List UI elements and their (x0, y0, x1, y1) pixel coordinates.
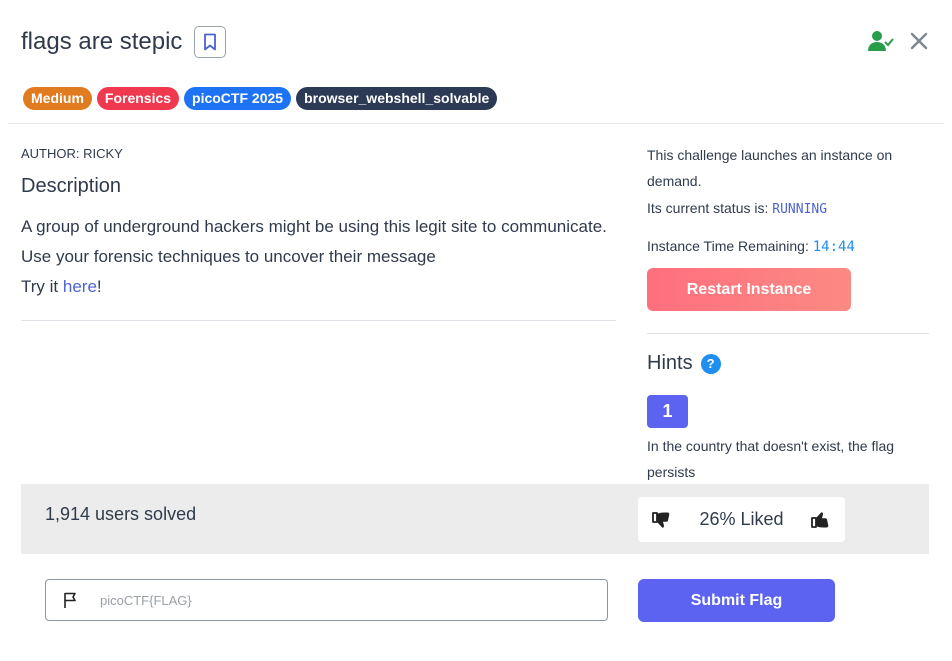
challenge-title: flags are stepic (21, 28, 183, 55)
users-solved-count: 1,914 users solved (45, 504, 197, 524)
instance-status-line: Its current status is: RUNNING (647, 196, 929, 222)
time-label: Instance Time Remaining: (647, 238, 813, 254)
try-it-prefix: Try it (21, 277, 63, 296)
status-label: Its current status is: (647, 200, 773, 216)
here-link[interactable]: here (63, 277, 97, 296)
header: flags are stepic (21, 26, 227, 58)
tag-event[interactable]: picoCTF 2025 (184, 87, 292, 110)
time-value: 14:44 (812, 239, 855, 255)
description-line-2: Use your forensic techniques to uncover … (21, 247, 436, 266)
bookmark-icon (204, 33, 217, 51)
try-it-suffix: ! (96, 277, 102, 296)
hint-button-1[interactable]: 1 (647, 395, 688, 428)
description-body: A group of underground hackers might be … (21, 212, 607, 302)
bookmark-button[interactable] (194, 26, 227, 58)
liked-percentage: 26% Liked (699, 509, 784, 529)
instance-divider (647, 333, 929, 334)
thumbs-up-icon[interactable] (811, 510, 831, 530)
status-value: RUNNING (772, 202, 828, 217)
restart-instance-button[interactable]: Restart Instance (647, 268, 851, 311)
flag-icon (64, 592, 76, 608)
submit-flag-button[interactable]: Submit Flag (638, 579, 835, 622)
thumbs-down-icon[interactable] (652, 510, 672, 530)
description-heading: Description (21, 175, 122, 197)
tag-webshell[interactable]: browser_webshell_solvable (296, 87, 498, 110)
instance-panel: This challenge launches an instance on d… (647, 142, 929, 259)
author-label: AUTHOR: RICKY (21, 146, 123, 161)
hints-heading-row: Hints ? (647, 352, 721, 375)
user-check-icon[interactable] (868, 30, 894, 52)
tag-category[interactable]: Forensics (96, 87, 180, 110)
instance-launch-text: This challenge launches an instance on d… (647, 147, 893, 189)
tag-difficulty[interactable]: Medium (23, 87, 92, 110)
close-icon[interactable] (910, 32, 928, 50)
description-line-1: A group of underground hackers might be … (21, 217, 607, 236)
flag-input-container (45, 579, 608, 621)
help-icon[interactable]: ? (700, 353, 721, 374)
try-it-line: Try it here! (21, 272, 607, 302)
header-divider (8, 123, 944, 124)
tag-list: Medium Forensics picoCTF 2025 browser_we… (23, 87, 498, 110)
hint-text-1: In the country that doesn't exist, the f… (647, 438, 895, 480)
stats-bar: 1,914 users solved 26% Liked (21, 484, 929, 554)
hints-heading: Hints (647, 352, 693, 374)
instance-time-line: Instance Time Remaining: 14:44 (647, 234, 929, 259)
description-divider (21, 320, 616, 321)
flag-input[interactable] (98, 591, 582, 609)
like-widget: 26% Liked (638, 497, 845, 542)
